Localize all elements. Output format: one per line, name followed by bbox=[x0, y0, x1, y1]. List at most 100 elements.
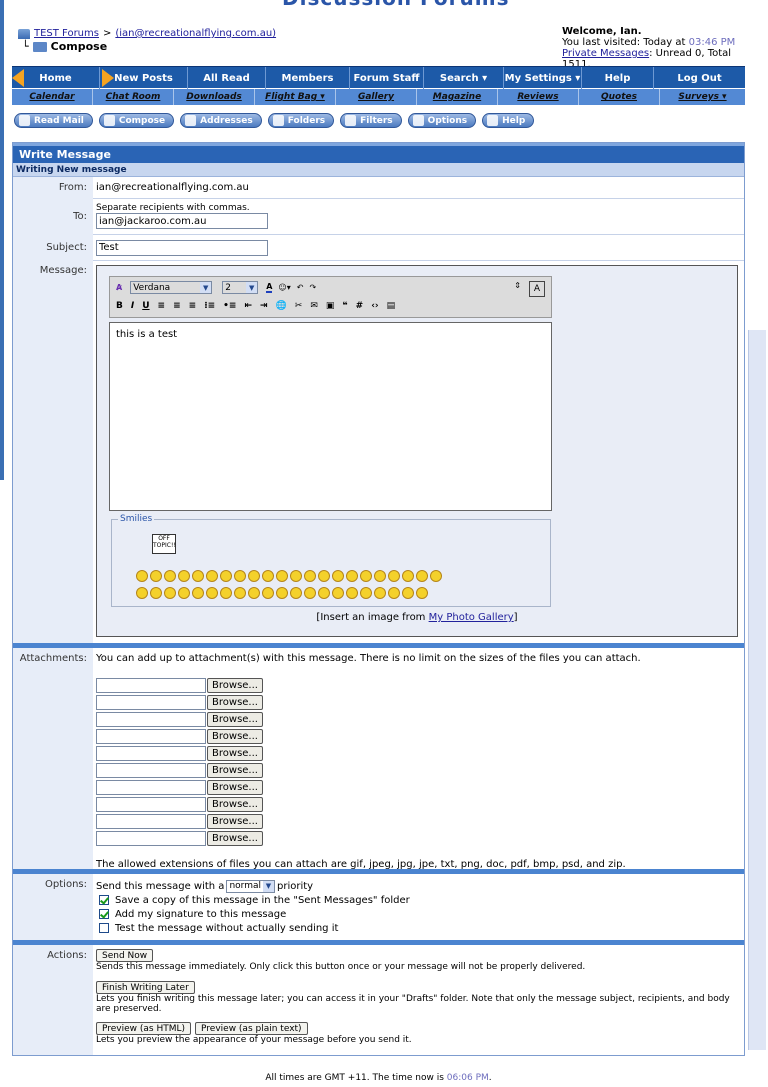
italic-icon[interactable]: I bbox=[131, 301, 134, 311]
smilie-icon[interactable] bbox=[416, 570, 428, 582]
smilie-icon[interactable] bbox=[192, 570, 204, 582]
unordered-list-icon[interactable]: •≡ bbox=[223, 301, 236, 311]
bold-icon[interactable]: B bbox=[116, 301, 123, 311]
smilie-icon[interactable] bbox=[416, 587, 428, 599]
smilie-icon[interactable] bbox=[402, 570, 414, 582]
smilie-icon[interactable] bbox=[332, 570, 344, 582]
nav-members[interactable]: Members bbox=[266, 67, 350, 89]
nav-calendar[interactable]: Calendar bbox=[12, 89, 93, 105]
remove-format-icon[interactable]: A̷ bbox=[116, 283, 122, 292]
smilie-icon[interactable] bbox=[388, 570, 400, 582]
smilie-icon[interactable] bbox=[150, 587, 162, 599]
priority-select[interactable]: normal ▼ bbox=[226, 879, 275, 893]
nav-surveys[interactable]: Surveys ▾ bbox=[660, 89, 745, 105]
smilie-icon[interactable] bbox=[262, 570, 274, 582]
browse-button[interactable]: Browse... bbox=[207, 745, 263, 761]
nav-flight-bag[interactable]: Flight Bag ▾ bbox=[255, 89, 336, 105]
nav-help[interactable]: Help bbox=[582, 67, 654, 89]
options-button[interactable]: Options bbox=[407, 113, 477, 128]
smilie-icon[interactable] bbox=[248, 587, 260, 599]
help-button[interactable]: Help bbox=[482, 113, 535, 128]
browse-button[interactable]: Browse... bbox=[207, 711, 263, 727]
undo-icon[interactable]: ↶ bbox=[297, 283, 304, 292]
off-topic-smilie-icon[interactable]: OFF TOPIC!! bbox=[152, 534, 176, 554]
smilie-icon[interactable] bbox=[248, 570, 260, 582]
breadcrumb-forum-link[interactable]: TEST Forums bbox=[34, 28, 99, 39]
nav-forum-staff[interactable]: Forum Staff bbox=[350, 67, 424, 89]
smilie-icon[interactable] bbox=[374, 587, 386, 599]
subject-field[interactable] bbox=[96, 239, 268, 256]
underline-icon[interactable]: U bbox=[142, 301, 149, 311]
text-color-icon[interactable]: A bbox=[266, 282, 273, 293]
file-path-input[interactable] bbox=[96, 796, 206, 812]
smilie-icon[interactable] bbox=[304, 587, 316, 599]
switch-mode-icon[interactable]: A bbox=[529, 281, 545, 297]
smilie-icon[interactable] bbox=[262, 587, 274, 599]
php-icon[interactable]: ▤ bbox=[387, 301, 396, 311]
smilie-icon[interactable] bbox=[374, 570, 386, 582]
file-path-input[interactable] bbox=[96, 813, 206, 829]
resize-icon[interactable]: ⇕ bbox=[514, 281, 521, 290]
file-path-input[interactable] bbox=[96, 745, 206, 761]
nav-downloads[interactable]: Downloads bbox=[174, 89, 255, 105]
unlink-icon[interactable]: ✂ bbox=[295, 301, 303, 311]
browse-button[interactable]: Browse... bbox=[207, 728, 263, 744]
file-path-input[interactable] bbox=[96, 830, 206, 846]
smilie-icon[interactable] bbox=[402, 587, 414, 599]
smilie-icon[interactable] bbox=[150, 570, 162, 582]
smilie-icon[interactable] bbox=[346, 570, 358, 582]
preview-html-button[interactable]: Preview (as HTML) bbox=[96, 1022, 192, 1035]
ordered-list-icon[interactable]: ⁝≡ bbox=[204, 301, 215, 311]
indent-icon[interactable]: ⇥ bbox=[260, 301, 268, 311]
smilie-icon[interactable] bbox=[164, 587, 176, 599]
smilie-icon[interactable] bbox=[290, 570, 302, 582]
smilie-icon[interactable] bbox=[220, 570, 232, 582]
email-link-icon[interactable]: ✉ bbox=[310, 301, 318, 311]
font-size-select[interactable]: 2 ▼ bbox=[222, 281, 259, 294]
test-message-checkbox[interactable] bbox=[99, 923, 109, 933]
align-left-icon[interactable]: ≡ bbox=[158, 301, 166, 311]
smilie-icon[interactable] bbox=[346, 587, 358, 599]
nav-new-posts[interactable]: New Posts bbox=[100, 67, 188, 89]
nav-search[interactable]: Search ▾ bbox=[424, 67, 504, 89]
smilie-icon[interactable] bbox=[388, 587, 400, 599]
smilie-icon[interactable] bbox=[234, 570, 246, 582]
smilie-icon[interactable] bbox=[220, 587, 232, 599]
align-center-icon[interactable]: ≡ bbox=[173, 301, 181, 311]
smilie-icon[interactable] bbox=[192, 587, 204, 599]
nav-my-settings[interactable]: My Settings ▾ bbox=[504, 67, 582, 89]
smilie-icon[interactable] bbox=[360, 587, 372, 599]
file-path-input[interactable] bbox=[96, 728, 206, 744]
compose-button[interactable]: Compose bbox=[98, 113, 175, 128]
image-icon[interactable]: ▣ bbox=[326, 301, 335, 311]
browse-button[interactable]: Browse... bbox=[207, 830, 263, 846]
read-mail-button[interactable]: Read Mail bbox=[14, 113, 93, 128]
preview-plain-button[interactable]: Preview (as plain text) bbox=[195, 1022, 308, 1035]
nav-gallery[interactable]: Gallery bbox=[336, 89, 417, 105]
link-icon[interactable]: 🌐 bbox=[276, 301, 287, 311]
file-path-input[interactable] bbox=[96, 779, 206, 795]
smilie-icon[interactable] bbox=[318, 570, 330, 582]
back-arrow-icon[interactable] bbox=[12, 69, 24, 87]
hash-icon[interactable]: # bbox=[356, 301, 364, 311]
outdent-icon[interactable]: ⇤ bbox=[244, 301, 252, 311]
smilie-icon[interactable] bbox=[136, 587, 148, 599]
nav-home[interactable]: Home bbox=[12, 67, 100, 89]
browse-button[interactable]: Browse... bbox=[207, 694, 263, 710]
breadcrumb-user-link[interactable]: (ian@recreationalflying.com.au) bbox=[115, 28, 276, 39]
file-path-input[interactable] bbox=[96, 694, 206, 710]
nav-chat-room[interactable]: Chat Room bbox=[93, 89, 174, 105]
smilie-icon[interactable] bbox=[164, 570, 176, 582]
smilie-icon[interactable] bbox=[276, 570, 288, 582]
file-path-input[interactable] bbox=[96, 711, 206, 727]
smilie-icon[interactable] bbox=[178, 570, 190, 582]
photo-gallery-link[interactable]: My Photo Gallery bbox=[429, 612, 514, 623]
smilie-icon[interactable] bbox=[206, 570, 218, 582]
quote-icon[interactable]: ❝ bbox=[342, 301, 347, 311]
right-scrollbar-area[interactable] bbox=[746, 0, 768, 1087]
file-path-input[interactable] bbox=[96, 762, 206, 778]
smilie-icon[interactable] bbox=[332, 587, 344, 599]
nav-magazine[interactable]: Magazine bbox=[417, 89, 498, 105]
code-icon[interactable]: ‹› bbox=[371, 301, 378, 311]
forward-arrow-icon[interactable] bbox=[102, 69, 114, 87]
